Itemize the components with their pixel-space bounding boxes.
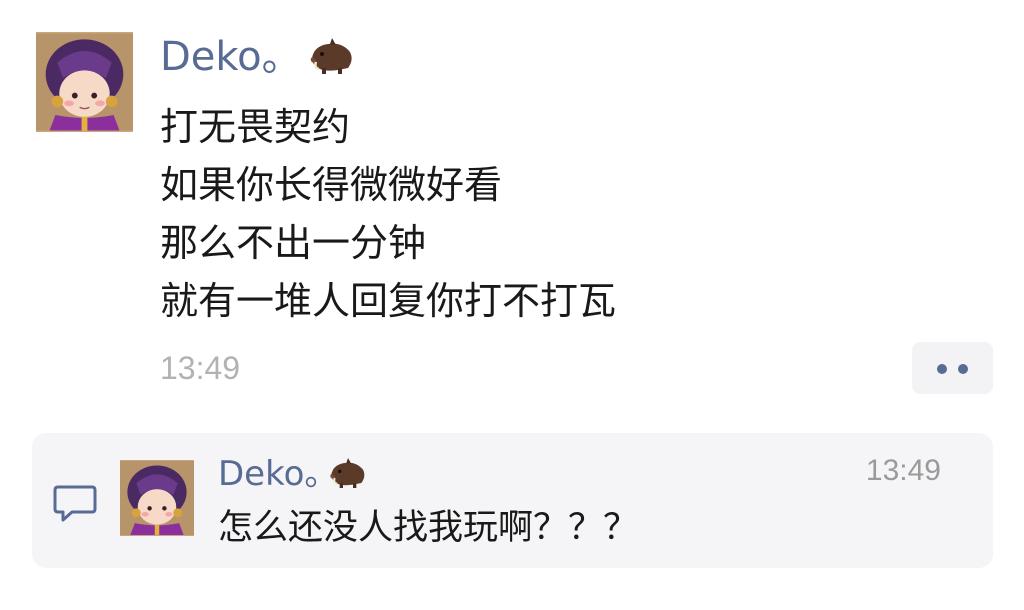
avatar-illustration xyxy=(120,461,194,535)
post-line: 那么不出一分钟 xyxy=(160,221,427,265)
more-actions-button[interactable] xyxy=(912,342,993,394)
more-dots-icon xyxy=(937,364,947,374)
comment-timestamp: 13:49 xyxy=(865,454,941,487)
post-timestamp: 13:49 xyxy=(160,350,241,386)
post-line: 如果你长得微微好看 xyxy=(160,163,503,207)
commenter-name[interactable]: Deko。 xyxy=(218,454,338,494)
post-line: 就有一堆人回复你打不打瓦 xyxy=(160,279,617,323)
post-line: 打无畏契约 xyxy=(160,105,351,149)
comment-panel: Deko。 13:49 怎么还没人找我玩啊？？？ xyxy=(32,433,993,568)
post-content: 打无畏契约 如果你长得微微好看 那么不出一分钟 就有一堆人回复你打不打瓦 xyxy=(160,98,616,330)
more-dots-icon xyxy=(958,364,968,374)
author-avatar[interactable] xyxy=(36,32,133,132)
comment-bubble-icon[interactable] xyxy=(52,481,98,525)
comment-text[interactable]: 怎么还没人找我玩啊？？？ xyxy=(218,505,638,551)
boar-icon xyxy=(330,458,365,488)
author-name[interactable]: Deko。 xyxy=(160,33,302,81)
avatar-illustration xyxy=(36,33,133,131)
commenter-avatar[interactable] xyxy=(120,460,194,536)
boar-icon xyxy=(310,38,352,74)
